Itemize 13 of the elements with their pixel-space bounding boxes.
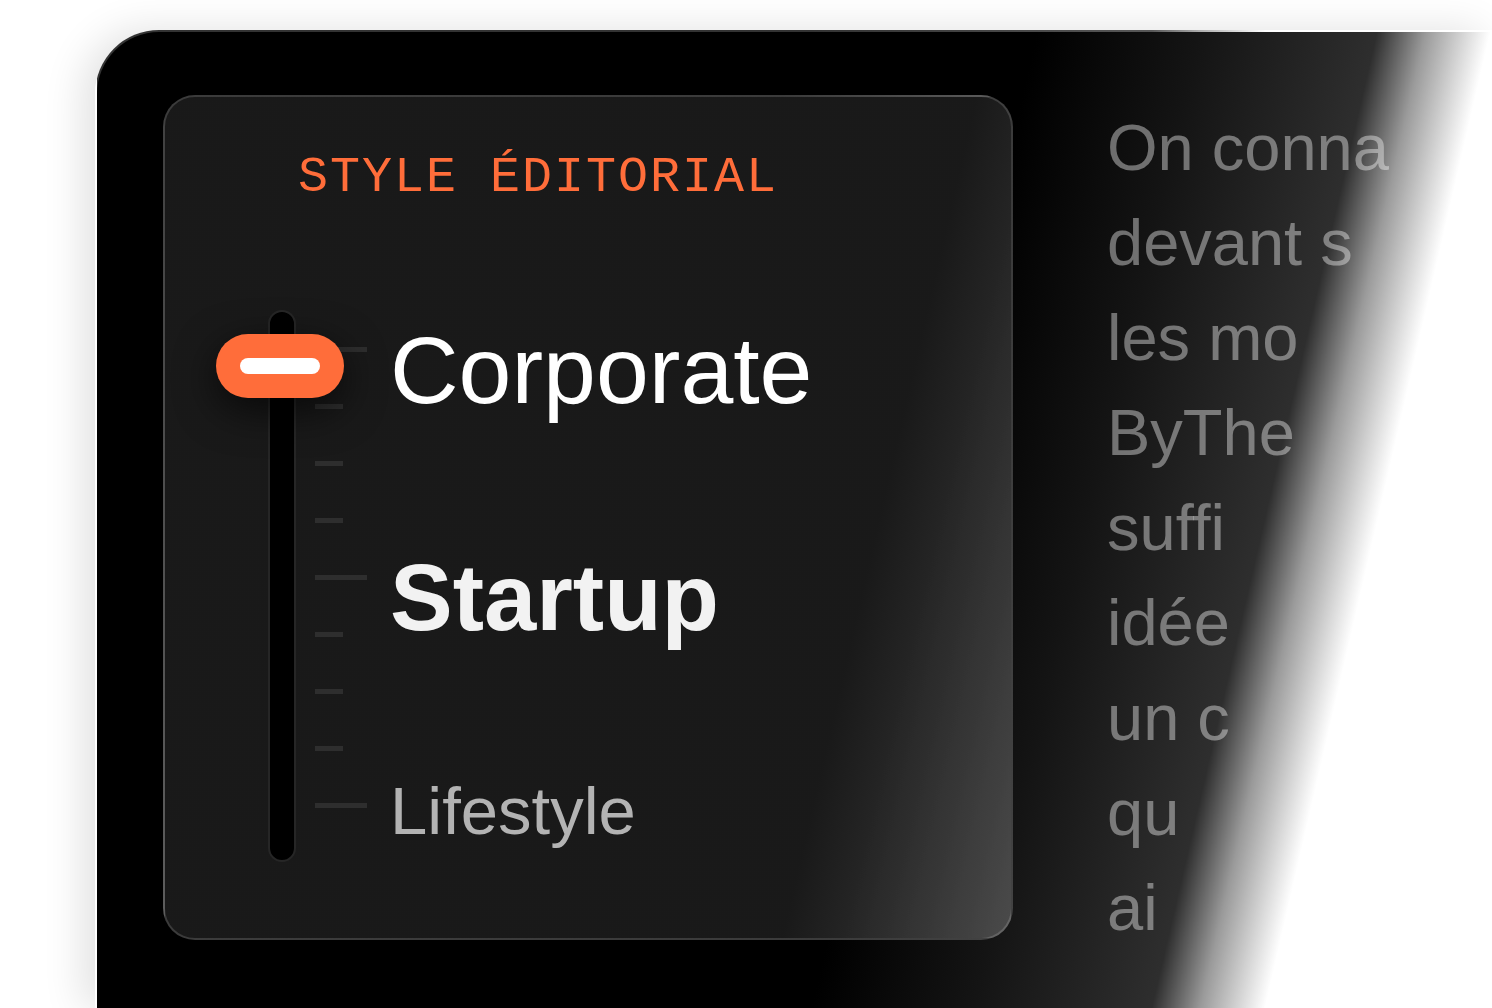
style-option[interactable]: Startup — [390, 543, 719, 652]
faded-text-line: qu — [1107, 775, 1180, 851]
faded-text-line: devant s — [1107, 205, 1353, 281]
faded-text-line: suffi — [1107, 490, 1226, 566]
faded-text-line: idée — [1107, 585, 1230, 661]
card-title: STYLE ÉDITORIAL — [298, 149, 779, 207]
style-option[interactable]: Lifestyle — [390, 771, 636, 849]
faded-text-line: les mo — [1107, 300, 1299, 376]
grip-icon — [240, 357, 320, 374]
faded-text-line: ByThe — [1107, 395, 1295, 471]
style-option[interactable]: Corporate — [390, 315, 813, 425]
faded-text-line: un c — [1107, 680, 1230, 756]
faded-text-line: ai — [1107, 870, 1158, 946]
